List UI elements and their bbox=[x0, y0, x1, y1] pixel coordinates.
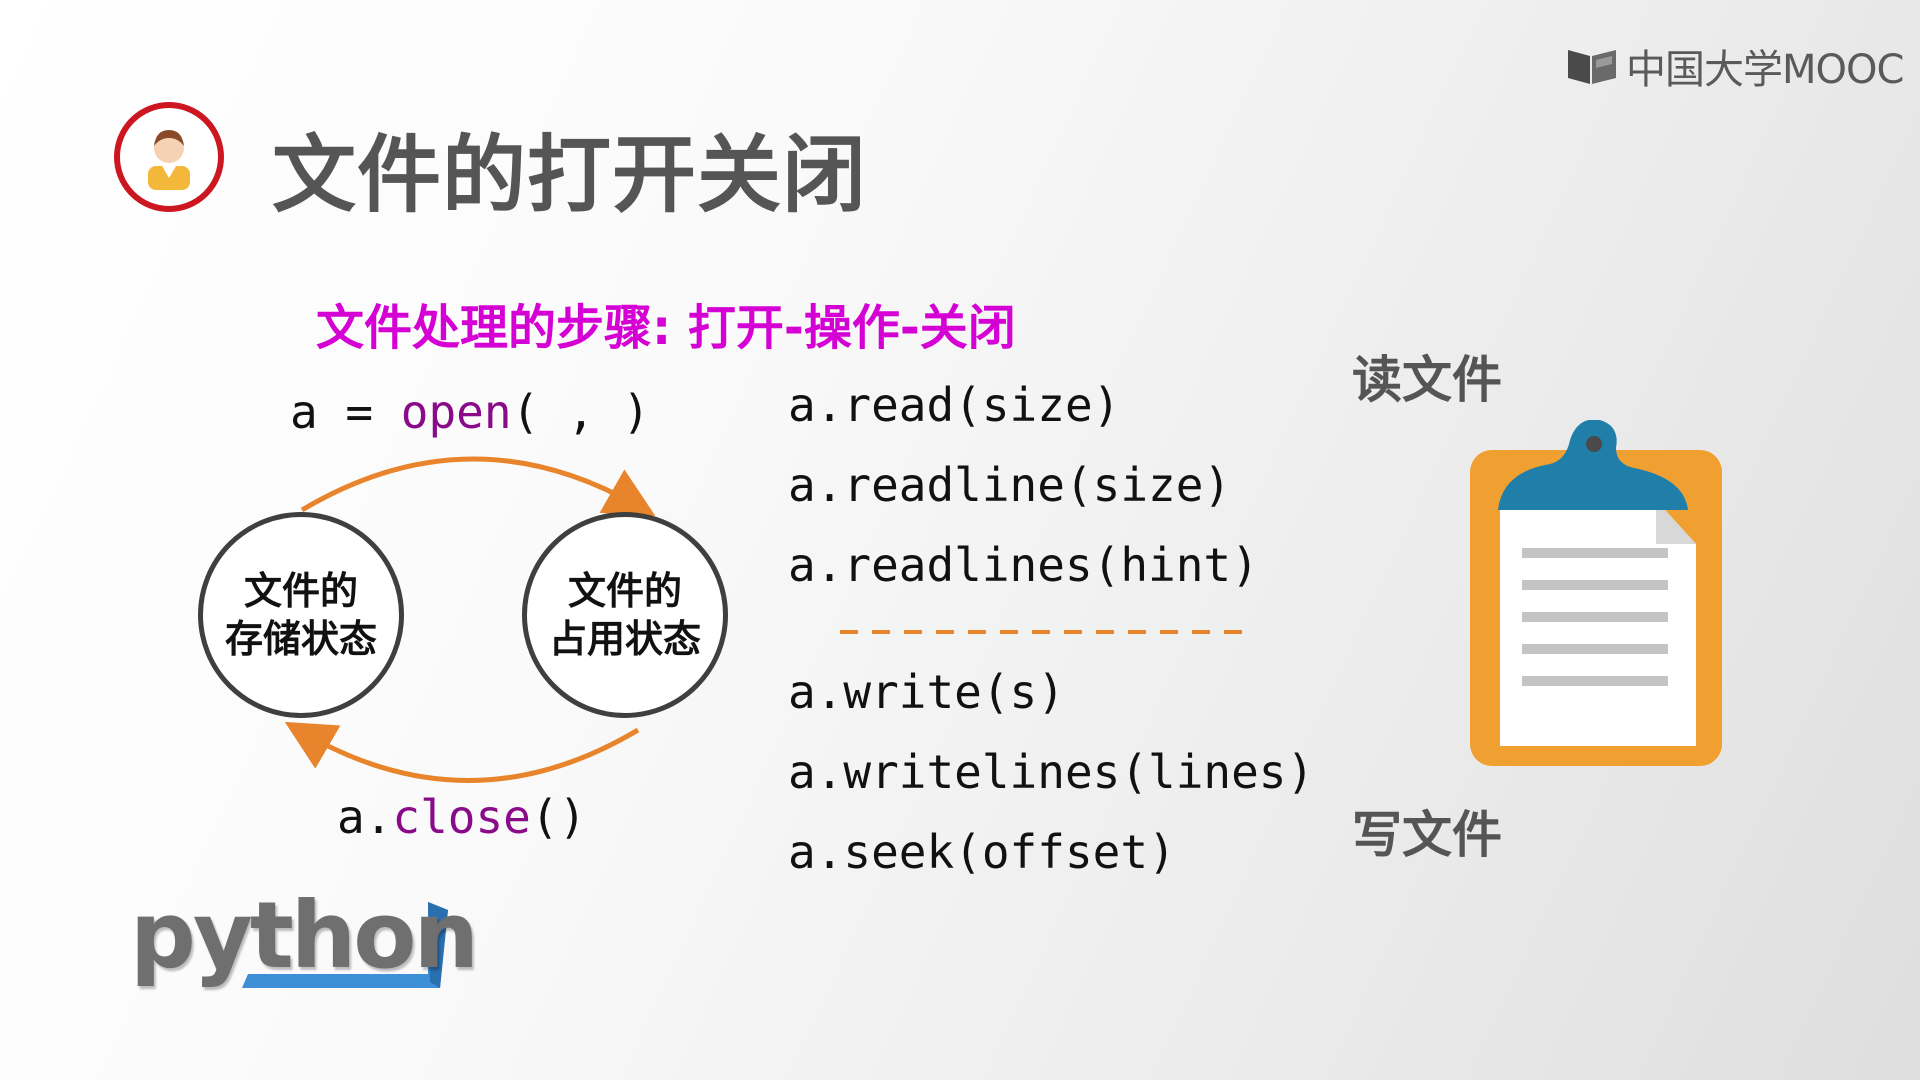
teacher-avatar-icon bbox=[148, 130, 190, 190]
slide-subtitle: 文件处理的步骤: 打开-操作-关闭 bbox=[316, 300, 1016, 356]
page-title: 文件的打开关闭 bbox=[272, 126, 868, 224]
method-readline: a.readline(size) bbox=[788, 458, 1232, 512]
state-storage-circle: 文件的 存储状态 bbox=[198, 512, 404, 718]
method-read: a.read(size) bbox=[788, 378, 1121, 432]
clipboard-icon bbox=[1470, 420, 1722, 766]
close-call: a.close() bbox=[337, 790, 586, 844]
open-arrow bbox=[300, 456, 656, 516]
read-file-label: 读文件 bbox=[1352, 351, 1502, 409]
method-write: a.write(s) bbox=[788, 665, 1065, 719]
mooc-logo: 中国大学MOOC bbox=[1566, 40, 1904, 93]
python-logo: python bbox=[130, 882, 479, 1002]
close-arrow bbox=[284, 721, 640, 783]
mooc-logo-text: 中国大学MOOC bbox=[1626, 47, 1904, 93]
mooc-logo-icon bbox=[1568, 50, 1616, 84]
close-obj: a. bbox=[337, 790, 393, 844]
method-divider bbox=[840, 630, 1250, 634]
state-occupy-line2: 占用状态 bbox=[548, 617, 701, 661]
close-keyword: close bbox=[392, 790, 531, 844]
close-args: () bbox=[530, 790, 587, 844]
python-logo-text: python bbox=[130, 882, 479, 989]
state-occupy-line1: 文件的 bbox=[567, 569, 682, 613]
write-file-label: 写文件 bbox=[1352, 806, 1502, 864]
teacher-avatar bbox=[114, 102, 224, 212]
state-storage-line2: 存储状态 bbox=[224, 617, 377, 661]
method-seek: a.seek(offset) bbox=[788, 825, 1176, 879]
open-var: a = bbox=[290, 385, 401, 439]
open-args: ( , ) bbox=[511, 385, 651, 439]
state-occupy-circle: 文件的 占用状态 bbox=[522, 512, 728, 718]
open-call: a = open( , ) bbox=[290, 385, 650, 439]
method-writelines: a.writelines(lines) bbox=[788, 745, 1315, 799]
method-readlines: a.readlines(hint) bbox=[788, 538, 1259, 592]
open-keyword: open bbox=[400, 385, 512, 439]
state-storage-line1: 文件的 bbox=[243, 569, 358, 613]
